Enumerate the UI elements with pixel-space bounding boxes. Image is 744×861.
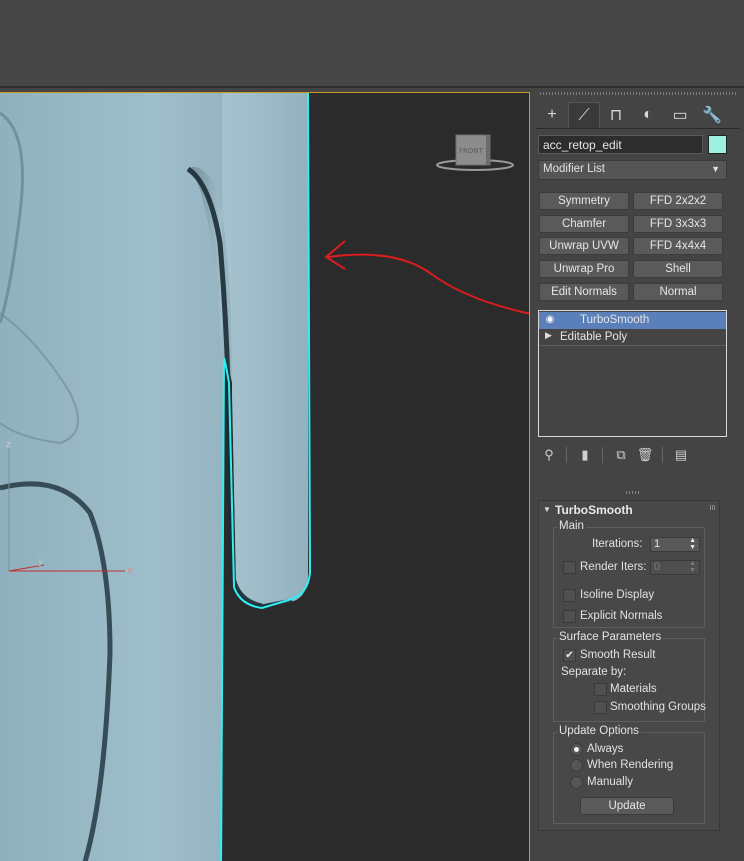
modify-icon[interactable]: ⟋	[568, 102, 600, 128]
object-color-swatch[interactable]	[708, 135, 727, 154]
smooth-result-label: Smooth Result	[580, 649, 656, 661]
manually-radio[interactable]	[570, 776, 583, 789]
toolbar-separator	[566, 447, 567, 463]
axis-z-label: z	[6, 440, 11, 450]
command-panel: + ⟋ ⊓ ◐ ▭ 🔧 acc_retop_edit Modifier List…	[532, 88, 744, 861]
explicit-normals-label: Explicit Normals	[580, 610, 663, 622]
stack-toolbar: ⚲ ▮ ⧉ 🗑 ▤	[538, 446, 738, 464]
isoline-display-checkbox[interactable]	[563, 589, 576, 602]
modifier-stack: ◉ TurboSmooth ▶ Editable Poly	[538, 310, 727, 437]
panel-grip[interactable]	[540, 92, 736, 95]
modifier-button-unwrap-uvw[interactable]: Unwrap UVW	[539, 237, 629, 255]
rollout-grip[interactable]	[626, 491, 640, 494]
group-title: Update Options	[557, 725, 641, 737]
group-title: Surface Parameters	[557, 631, 664, 643]
viewcube-side	[486, 135, 490, 165]
when-rendering-label: When Rendering	[587, 759, 674, 771]
toolbar-separator	[602, 447, 603, 463]
update-button[interactable]: Update	[580, 797, 674, 815]
modifier-button-ffd-4x4x4[interactable]: FFD 4x4x4	[633, 237, 723, 255]
plus-icon[interactable]: +	[536, 102, 568, 128]
spinner-arrows-icon[interactable]: ▲ ▼	[689, 537, 696, 551]
turbosmooth-rollout: ▼ TurboSmooth Main Iterations: 1 ▲ ▼ Rend…	[538, 500, 720, 831]
modifier-button-normal[interactable]: Normal	[633, 283, 723, 301]
top-toolbar-area	[0, 0, 744, 88]
axis-x-label: x	[127, 566, 133, 576]
hierarchy-icon[interactable]: ⊓	[600, 102, 632, 128]
stack-item-label: TurboSmooth	[580, 314, 650, 326]
stack-divider	[539, 345, 726, 346]
iterations-label: Iterations:	[592, 538, 643, 550]
render-iters-label: Render Iters:	[580, 561, 647, 573]
viewcube-label: FRONT	[459, 147, 484, 155]
modifier-button-ffd-3x3x3[interactable]: FFD 3x3x3	[633, 215, 723, 233]
stack-item-label: Editable Poly	[560, 331, 628, 343]
smooth-result-checkbox[interactable]: ✔	[563, 649, 576, 662]
group-main: Main Iterations: 1 ▲ ▼ Render Iters: 0 ▲ ▼…	[553, 520, 705, 628]
pin-stack-icon[interactable]: ⚲	[540, 446, 558, 464]
viewport[interactable]: z y x FRONT	[0, 92, 530, 861]
modifier-list-label: Modifier List	[543, 163, 605, 175]
smoothing-groups-label: Smoothing Groups	[610, 701, 706, 713]
iterations-spinner[interactable]: 1 ▲ ▼	[650, 537, 700, 552]
make-unique-icon[interactable]: ⧉	[612, 446, 630, 464]
modifier-button-chamfer[interactable]: Chamfer	[539, 215, 629, 233]
modifier-button-shell[interactable]: Shell	[633, 260, 723, 278]
command-tabs: + ⟋ ⊓ ◐ ▭ 🔧	[536, 102, 736, 128]
tab-divider	[536, 128, 740, 129]
materials-label: Materials	[610, 683, 657, 695]
modifier-button-edit-normals[interactable]: Edit Normals	[539, 283, 629, 301]
toolbar-separator	[662, 447, 663, 463]
configure-sets-icon[interactable]: ▤	[672, 446, 690, 464]
isoline-display-label: Isoline Display	[580, 589, 655, 601]
render-iters-value: 0	[654, 561, 661, 573]
display-icon[interactable]: ▭	[664, 102, 696, 128]
expand-triangle-icon[interactable]: ▶	[545, 330, 552, 341]
modifier-list-dropdown[interactable]: Modifier List ▼	[538, 160, 727, 180]
eye-icon[interactable]: ◉	[542, 314, 558, 326]
materials-checkbox[interactable]	[594, 683, 607, 696]
modifier-button-ffd-2x2x2[interactable]: FFD 2x2x2	[633, 192, 723, 210]
utilities-icon[interactable]: 🔧	[696, 102, 728, 128]
trash-icon[interactable]: 🗑	[636, 446, 654, 464]
rollout-title[interactable]: TurboSmooth	[555, 503, 633, 517]
stack-item-turbosmooth[interactable]: ◉ TurboSmooth	[539, 312, 726, 329]
modifier-button-symmetry[interactable]: Symmetry	[539, 192, 629, 210]
object-name-field[interactable]: acc_retop_edit	[538, 135, 703, 154]
motion-icon[interactable]: ◐	[632, 102, 664, 128]
group-surface-parameters: Surface Parameters ✔ Smooth Result Separ…	[553, 631, 706, 722]
render-iters-spinner[interactable]: 0 ▲ ▼	[650, 560, 700, 575]
collapse-caret-icon[interactable]: ▼	[543, 505, 551, 514]
smoothing-groups-checkbox[interactable]	[594, 701, 607, 714]
render-iters-checkbox[interactable]	[563, 561, 576, 574]
explicit-normals-checkbox[interactable]	[563, 610, 576, 623]
always-label: Always	[587, 743, 624, 755]
show-end-result-icon[interactable]: ▮	[576, 446, 594, 464]
annotation-arrow	[324, 240, 529, 315]
viewport-canvas: z y x FRONT	[0, 93, 529, 861]
when-rendering-radio[interactable]	[570, 759, 583, 772]
stack-item-editable-poly[interactable]: ▶ Editable Poly	[539, 329, 726, 346]
manually-label: Manually	[587, 776, 634, 788]
axis-y-label: y	[38, 557, 44, 567]
separate-by-label: Separate by:	[561, 666, 627, 678]
group-title: Main	[557, 520, 586, 532]
iterations-value: 1	[654, 538, 661, 550]
spinner-arrows-icon[interactable]: ▲ ▼	[689, 560, 696, 574]
rollout-grip-icon	[710, 505, 715, 510]
modifier-button-unwrap-pro[interactable]: Unwrap Pro	[539, 260, 629, 278]
group-update-options: Update Options Always When Rendering Man…	[553, 725, 705, 824]
always-radio[interactable]	[570, 743, 583, 756]
chevron-down-icon: ▼	[711, 164, 720, 174]
